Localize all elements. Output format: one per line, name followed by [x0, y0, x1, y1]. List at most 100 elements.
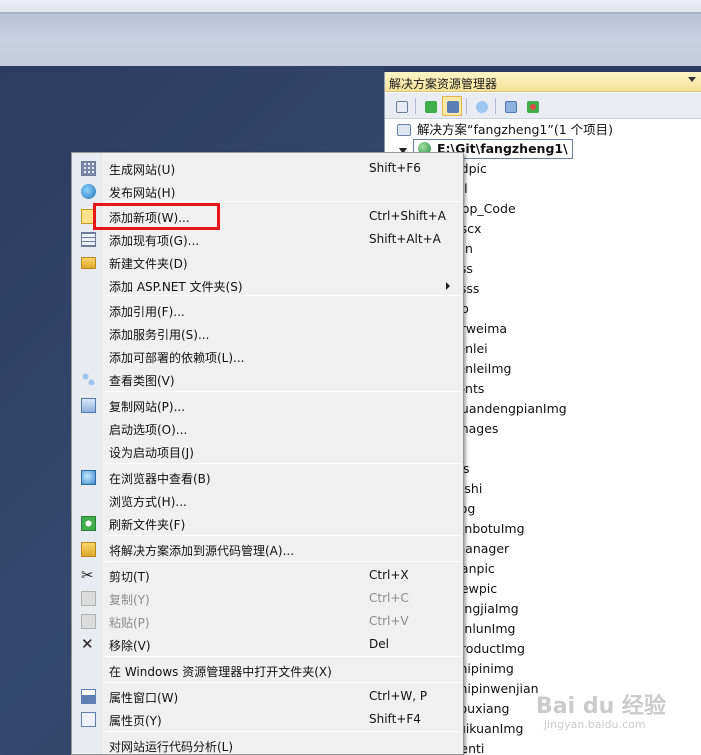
menu-item-label: 复制网站(P)...	[109, 400, 186, 414]
menu-item[interactable]: 添加现有项(G)... Shift+Alt+A	[73, 228, 463, 251]
menu-separator	[105, 561, 461, 562]
menu-item[interactable]: ✂ 剪切(T) Ctrl+X	[73, 564, 463, 587]
menu-item-label: 发布网站(H)	[109, 186, 176, 200]
copy-icon	[81, 591, 96, 606]
menu-item[interactable]: 属性页(Y) Shift+F4	[73, 708, 463, 731]
menu-separator	[105, 295, 461, 296]
menu-item-label: 对网站运行代码分析(L)	[109, 740, 234, 754]
folder-item[interactable]: guandengpianImg	[453, 399, 567, 419]
highlight-annotation-box	[93, 203, 220, 230]
solution-explorer-title: 解决方案资源管理器	[389, 77, 498, 91]
menu-item-label: 新建文件夹(D)	[109, 257, 188, 271]
menu-item-label: 添加服务引用(S)...	[109, 328, 210, 342]
dropdown-arrow-icon[interactable]	[688, 77, 696, 82]
menu-item[interactable]: 添加引用(F)...	[73, 299, 463, 322]
menu-separator	[105, 535, 461, 536]
menu-separator	[105, 731, 461, 732]
new-folder-icon	[81, 257, 96, 269]
properties-window-icon	[81, 689, 96, 704]
menu-item-label: 刷新文件夹(F)	[109, 518, 186, 532]
nest-related-files-button[interactable]	[442, 96, 462, 116]
watermark-text: Bai du 经验	[536, 694, 666, 719]
remove-icon: ✕	[81, 635, 94, 653]
watermark: Bai du 经验 jingyan.baidu.com	[536, 688, 666, 731]
menu-item-label: 生成网站(U)	[109, 163, 176, 177]
properties-icon	[396, 101, 408, 113]
paste-icon	[81, 614, 96, 629]
menu-item-label: 添加可部署的依赖项(L)...	[109, 351, 245, 365]
menu-item[interactable]: 启动选项(O)...	[73, 417, 463, 440]
toolbar-divider	[0, 12, 701, 14]
copy-website-icon	[81, 398, 96, 413]
menu-item[interactable]: 刷新文件夹(F)	[73, 512, 463, 535]
menu-item[interactable]: 新建文件夹(D)	[73, 251, 463, 274]
menu-item-label: 粘贴(P)	[109, 616, 150, 630]
submenu-arrow-icon	[446, 282, 450, 290]
menu-item[interactable]: 生成网站(U) Shift+F6	[73, 157, 463, 180]
menu-item[interactable]: 添加服务引用(S)...	[73, 322, 463, 345]
toolbar-separator	[466, 98, 467, 114]
asp-config-icon	[527, 101, 539, 113]
menu-item-shortcut: Ctrl+C	[369, 591, 409, 605]
refresh-icon	[81, 516, 96, 531]
publish-icon	[81, 184, 96, 199]
menu-item-label: 浏览方式(H)...	[109, 495, 187, 509]
toolbar-separator	[415, 98, 416, 114]
menu-item-label: 复制(Y)	[109, 593, 150, 607]
menu-item[interactable]: 将解决方案添加到源代码管理(A)...	[73, 538, 463, 561]
menu-item[interactable]: 浏览方式(H)...	[73, 489, 463, 512]
menu-item-label: 添加 ASP.NET 文件夹(S)	[109, 280, 243, 294]
menu-item[interactable]: 添加可部署的依赖项(L)...	[73, 345, 463, 368]
add-to-source-control-icon	[81, 542, 96, 557]
copy-website-button[interactable]	[500, 96, 520, 116]
menu-separator	[105, 391, 461, 392]
menu-item-shortcut: Ctrl+V	[369, 614, 409, 628]
menu-item-label: 在浏览器中查看(B)	[109, 472, 211, 486]
menu-separator	[105, 656, 461, 657]
asp-config-button[interactable]	[522, 96, 542, 116]
menu-item-label: 添加引用(F)...	[109, 305, 185, 319]
menu-item[interactable]: 复制网站(P)...	[73, 394, 463, 417]
menu-separator	[105, 463, 461, 464]
menu-item-label: 启动选项(O)...	[109, 423, 188, 437]
menu-item[interactable]: 复制(Y) Ctrl+C	[73, 587, 463, 610]
menu-item-label: 属性页(Y)	[109, 714, 162, 728]
solution-node[interactable]: 解决方案“fangzheng1”(1 个项目)	[397, 120, 613, 140]
menu-item-shortcut: Shift+F4	[369, 712, 421, 726]
properties-button[interactable]	[391, 96, 411, 116]
menu-item-shortcut: Ctrl+W, P	[369, 689, 428, 703]
menu-item-shortcut: Del	[369, 637, 389, 651]
solution-icon	[397, 124, 411, 136]
folder-item[interactable]: shipinwenjian	[453, 679, 539, 699]
menu-item-label: 属性窗口(W)	[109, 691, 179, 705]
build-icon	[81, 161, 96, 176]
menu-item-label: 移除(V)	[109, 639, 151, 653]
menu-item[interactable]: 属性窗口(W) Ctrl+W, P	[73, 685, 463, 708]
menu-item-label: 剪切(T)	[109, 570, 150, 584]
view-in-browser-icon	[81, 470, 96, 485]
menu-item[interactable]: 添加 ASP.NET 文件夹(S)	[73, 274, 463, 297]
solution-explorer-title-bar[interactable]: 解决方案资源管理器	[385, 72, 701, 92]
copy-website-icon	[505, 101, 517, 113]
menu-item[interactable]: 发布网站(H)	[73, 180, 463, 203]
toolbar-separator	[495, 98, 496, 114]
menu-item-label: 查看类图(V)	[109, 374, 175, 388]
menu-item-shortcut: Ctrl+Shift+A	[369, 209, 446, 223]
menu-item[interactable]: 设为启动项目(J)	[73, 440, 463, 463]
menu-item[interactable]: 在 Windows 资源管理器中打开文件夹(X)	[73, 659, 463, 682]
refresh-button[interactable]	[420, 96, 440, 116]
menu-item[interactable]: 对网站运行代码分析(L)	[73, 734, 463, 755]
menu-item-shortcut: Shift+Alt+A	[369, 232, 441, 246]
watermark-subtext: jingyan.baidu.com	[544, 718, 646, 731]
scissors-icon: ✂	[81, 566, 94, 584]
view-class-diagram-button[interactable]	[471, 96, 491, 116]
menu-item[interactable]: ✕ 移除(V) Del	[73, 633, 463, 656]
class-diagram-icon	[476, 101, 488, 113]
context-menu: 生成网站(U) Shift+F6 发布网站(H) 添加新项(W)... Ctrl+Shi…	[71, 152, 464, 755]
menu-item[interactable]: 粘贴(P) Ctrl+V	[73, 610, 463, 633]
add-existing-item-icon	[81, 232, 96, 247]
menu-item[interactable]: 查看类图(V)	[73, 368, 463, 391]
menu-item[interactable]: 在浏览器中查看(B)	[73, 466, 463, 489]
menu-item-shortcut: Ctrl+X	[369, 568, 409, 582]
menu-item-label: 在 Windows 资源管理器中打开文件夹(X)	[109, 665, 332, 679]
